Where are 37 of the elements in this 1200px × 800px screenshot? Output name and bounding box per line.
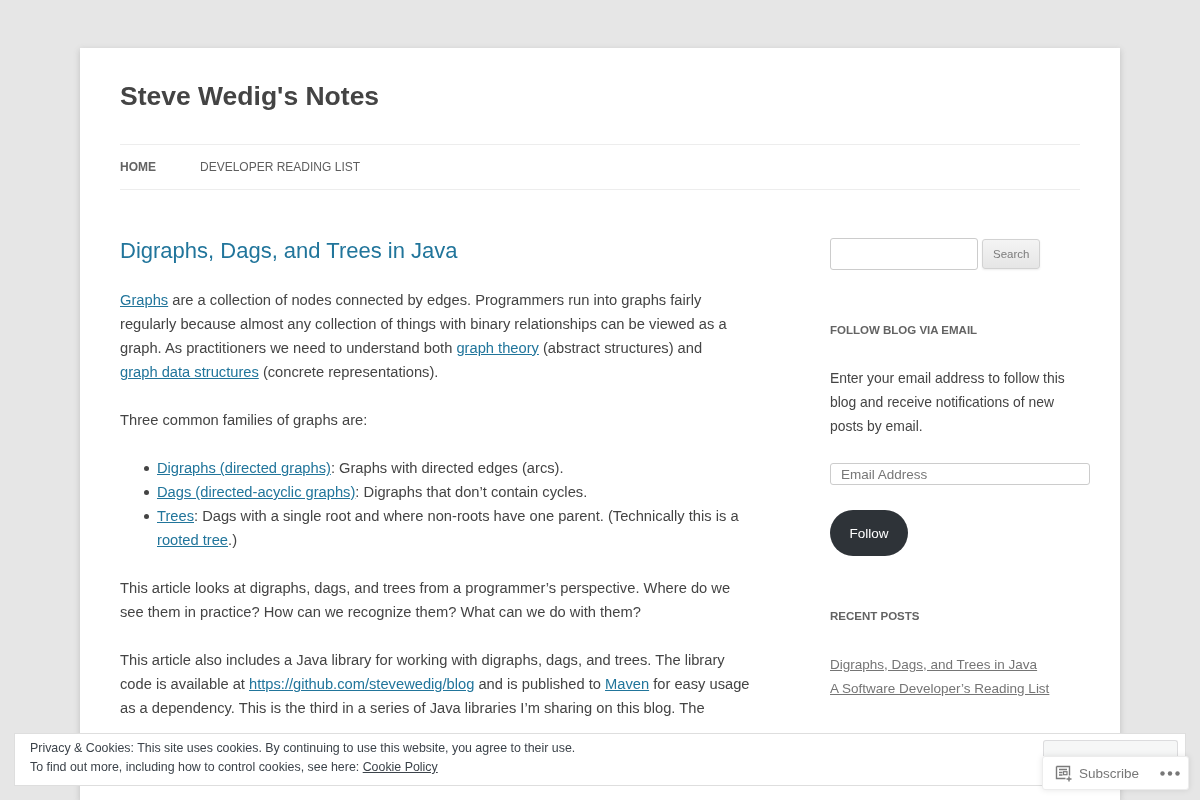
text-link[interactable]: Graphs [120,292,169,308]
text-link[interactable]: graph data structures [120,364,259,380]
banner-button[interactable] [1043,740,1178,756]
bullet-icon [144,490,149,495]
text-link[interactable]: https://github.com/stevewedig/blog [249,676,475,692]
follow-button[interactable]: Follow [830,510,908,556]
bullet-icon [144,466,149,471]
text-link[interactable]: Trees [157,508,194,524]
widget-text: Enter your email address to follow this blog and receive notifications of new posts by email. [830,369,1066,436]
cookie-policy-link[interactable]: Cookie Policy [362,760,438,774]
paragraph: This article also includes a Java library for working with digraphs, dags, and trees. The library code is available at https://github.com/stevewedig/blog and is published to Maven for easy usage as a dependency. This is the third in a series of Java libraries I’m sharing on this blog. The [120,651,750,718]
paragraph: Three common families of graphs are: [120,411,369,430]
paragraph: This article looks at digraphs, dags, and trees from a programmer’s perspective. Where do we see them in practice? How can we recognize them? What can we do with them? [120,579,732,622]
paragraph: Graphs are a collection of nodes connected by edges. Programmers run into graphs fairly regularly because almost any collection of things with binary relationships can be viewed as a graph. As practitioners we need to understand both graph theory (abstract structures) and graph data structures (concrete representations). [120,291,728,382]
post-link[interactable]: Digraphs, Dags, and Trees in Java [830,653,1038,677]
nav-link[interactable]: DEVELOPER READING LIST [200,159,361,175]
article-title[interactable]: Digraphs, Dags, and Trees in Java [120,236,750,266]
email-field[interactable]: Email Address [830,463,1090,485]
subscribe-button[interactable]: Subscribe [1055,764,1140,782]
site-title[interactable]: Steve Wedig's Notes [120,78,380,114]
list-item-text: Dags (directed-acyclic graphs): Digraphs that don’t contain cycles. [157,483,588,502]
list-item-text: Digraphs (directed graphs): Graphs with directed edges (arcs). [157,459,564,478]
more-button[interactable] [1160,770,1180,776]
more-icon [1160,770,1180,776]
nav-link[interactable]: HOME [120,159,156,175]
widget-title: RECENT POSTS [830,609,921,623]
search-button[interactable]: Search [982,239,1041,269]
document-plus-icon [1055,764,1073,782]
widget-title: FOLLOW BLOG VIA EMAIL [830,323,979,337]
bullet-icon [144,514,149,519]
post-link[interactable]: A Software Developer’s Reading List [830,677,1050,701]
text-link[interactable]: Maven [605,676,650,692]
text-link[interactable]: Digraphs (directed graphs) [157,460,331,476]
text-link[interactable]: graph theory [456,340,539,356]
search-field[interactable] [830,238,978,270]
list-item-text: Trees: Dags with a single root and where non-roots have one parent. (Technically this is a rooted tree.) [157,507,740,550]
text-link[interactable]: rooted tree [157,532,229,548]
